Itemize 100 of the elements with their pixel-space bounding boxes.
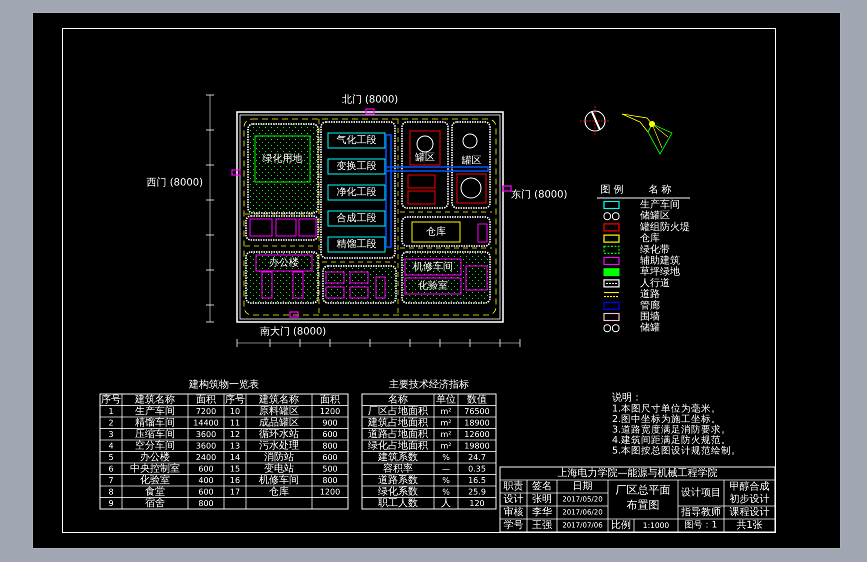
auxiliary-building	[250, 218, 272, 236]
table-cell: 400	[198, 476, 214, 485]
legend-label: 人行道	[640, 278, 670, 289]
table-cell: 中央控制室	[130, 463, 180, 474]
table-cell: 76500	[464, 406, 490, 416]
table-cell: 7200	[196, 406, 216, 416]
drawing-title: 布置图	[626, 498, 660, 512]
table-cell: 24.7	[468, 452, 486, 462]
gate-label: 北门 (8000)	[342, 94, 398, 106]
building-label: 变换工段	[336, 161, 376, 172]
building	[328, 236, 386, 252]
table-cell: 600	[322, 452, 338, 462]
building	[410, 130, 440, 166]
building-label: 合成工段	[336, 213, 376, 224]
gate-marker	[289, 311, 299, 318]
title-block-cell: 图号：1	[684, 520, 718, 530]
table-cell: 2400	[196, 452, 216, 462]
title-block-cell: 设计项目	[681, 488, 721, 498]
building-label: 绿化用地	[262, 154, 302, 164]
table-cell: 800	[322, 476, 338, 485]
building	[328, 210, 386, 226]
column-header: 数值	[467, 394, 487, 406]
table-cell: 容积率	[383, 463, 413, 474]
note-text: 3.道路宽度满足消防要求。	[612, 424, 732, 436]
legend-label: 辅助建筑	[640, 256, 680, 266]
table-cell: 120	[469, 498, 485, 508]
building	[404, 278, 462, 294]
table-cell: 原料罐区	[259, 406, 299, 417]
title-block-cell: 审核	[504, 507, 524, 518]
building	[256, 254, 312, 272]
table-cell: 16.5	[468, 476, 486, 485]
table-title: 主要技术经济指标	[389, 380, 469, 390]
table-cell: 循环水站	[259, 428, 299, 440]
title-block-cell: 初步设计	[730, 494, 770, 505]
table-cell: 仓库	[269, 486, 289, 498]
legend-heading: 图 例	[600, 184, 624, 196]
auxiliary-building	[350, 286, 368, 298]
table-cell: 生产车间	[135, 406, 175, 417]
legend-label: 绿化带	[640, 244, 670, 256]
table-cell: 化验室	[140, 474, 170, 486]
title-block-cell: 课程设计	[730, 507, 770, 518]
legend-label: 生产车间	[640, 200, 680, 210]
table-cell: 道路系数	[378, 474, 418, 486]
table-cell: 6	[108, 464, 114, 474]
table-cell: 600	[198, 464, 214, 474]
gate-label: 南大门 (8000)	[260, 326, 326, 338]
legend-heading: 名 称	[648, 184, 672, 196]
table-cell: 消防站	[264, 452, 294, 463]
table-cell: %	[442, 476, 450, 485]
column-header: 序号	[225, 394, 245, 406]
title-block-cell: 学号	[504, 520, 524, 531]
column-header: 建筑名称	[259, 394, 299, 406]
auxiliary-building	[326, 286, 344, 298]
table-cell: 4	[108, 441, 114, 450]
table-cell: m²	[440, 418, 452, 428]
table-cell: m²	[440, 430, 452, 439]
wind-rose-drawing	[622, 114, 673, 155]
table-cell: 食堂	[145, 486, 165, 498]
table-cell: 500	[322, 464, 338, 474]
legend-label: 道路	[640, 289, 660, 300]
auxiliary-building	[262, 272, 272, 298]
title-block-cell: 甲醇合成	[730, 482, 770, 492]
table-cell: 600	[322, 430, 338, 439]
building-label: 气化工段	[336, 135, 376, 146]
table-cell: 办公楼	[140, 452, 170, 463]
auxiliary-building	[350, 272, 368, 284]
building-label: 机修车间	[413, 262, 453, 272]
column-header: 单位	[436, 394, 456, 406]
title-block-cell: 李华	[532, 507, 552, 518]
table-cell: 11	[230, 418, 240, 428]
auxiliary-building	[326, 272, 344, 284]
table-cell: %	[442, 487, 450, 496]
table-cell: 14400	[193, 418, 219, 428]
table-cell: 18900	[464, 418, 490, 428]
table-cell: 5	[108, 452, 114, 462]
table-cell: 1	[108, 406, 114, 416]
table-cell: 15	[230, 464, 240, 474]
gate-marker	[502, 185, 512, 192]
table-cell: m²	[440, 441, 452, 450]
table-title: 建构筑物一览表	[189, 380, 259, 390]
table-cell: 10	[230, 406, 240, 416]
building-label: 化验室	[418, 280, 448, 292]
gate-label: 东门 (8000)	[511, 190, 568, 200]
column-header: 面积	[320, 394, 340, 406]
table-cell: 道路占地面积	[368, 428, 428, 440]
table-cell: 精馏车间	[135, 417, 175, 428]
column-header: 建筑名称	[135, 394, 175, 406]
table-cell: 1200	[320, 487, 340, 496]
note-text: 1.本图尺寸单位为毫米。	[612, 404, 722, 414]
tank-dike	[408, 190, 436, 204]
table-cell: 800	[198, 498, 214, 508]
notes-heading: 说明：	[612, 392, 642, 404]
title-block-cell: 设计	[504, 494, 524, 505]
note-text: 2.图中坐标为施工坐标。	[612, 414, 722, 425]
legend-label: 草坪绿地	[640, 266, 680, 278]
table-cell: 3600	[196, 430, 216, 439]
auxiliary-building	[276, 218, 296, 236]
table-cell: 1200	[320, 406, 340, 416]
gate-marker	[365, 108, 375, 115]
table-cell: 12600	[464, 430, 490, 439]
